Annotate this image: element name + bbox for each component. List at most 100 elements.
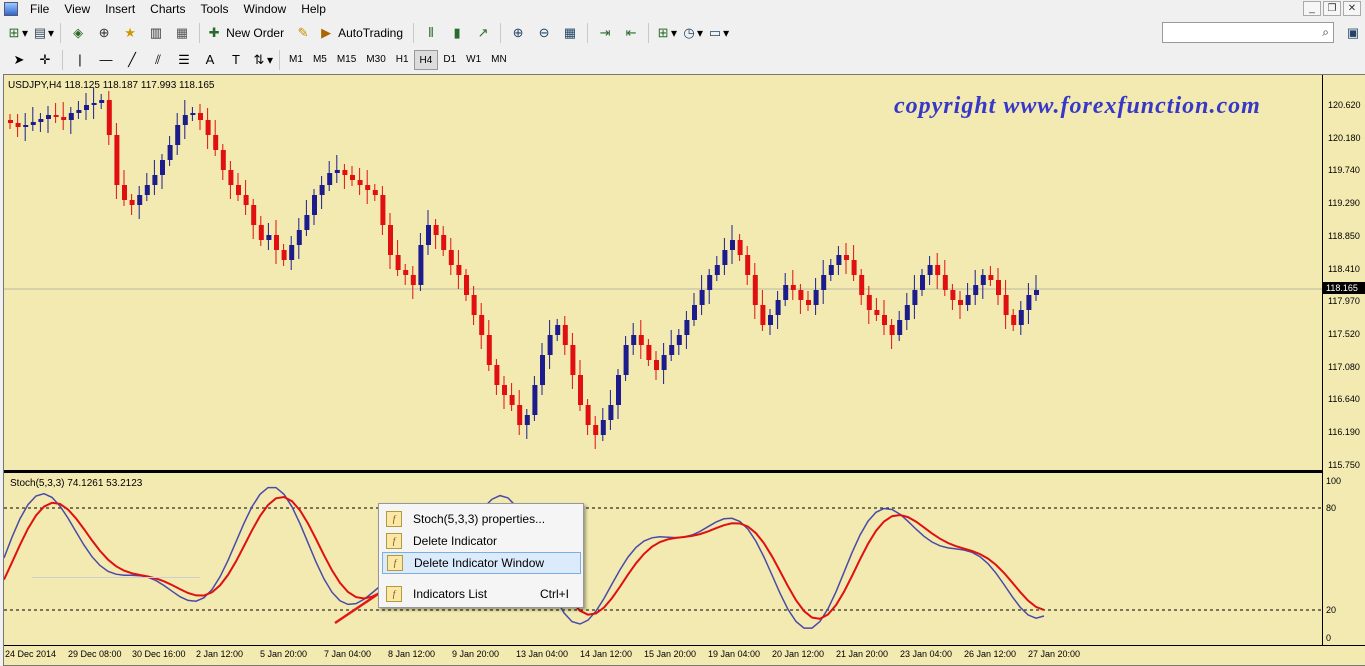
candle-body: [1026, 295, 1032, 310]
candle-body: [692, 305, 697, 320]
bar-chart-button[interactable]: ⫴: [420, 22, 442, 44]
candle-body: [593, 425, 599, 435]
tile-windows-button[interactable]: ▦: [559, 22, 581, 44]
candle-body: [494, 365, 500, 385]
zoom-in-button[interactable]: ⊕: [507, 22, 529, 44]
price-tick: 120.620: [1328, 100, 1361, 110]
stochastic-pane[interactable]: [4, 473, 1322, 644]
candle-body: [935, 265, 941, 275]
autoscroll-button[interactable]: ⇤: [620, 22, 642, 44]
menu-item-indicators-list[interactable]: f Indicators List Ctrl+I: [382, 583, 581, 605]
context-menu-separator: [32, 577, 200, 578]
candle-body: [958, 300, 963, 305]
menu-view[interactable]: View: [58, 0, 99, 18]
new-order-button[interactable]: ✚ New Order: [206, 22, 288, 44]
crosshair-button[interactable]: ✛: [34, 49, 56, 71]
trendline-button[interactable]: ╱: [121, 49, 143, 71]
time-tick: 7 Jan 04:00: [324, 649, 372, 659]
timeframe-h1[interactable]: H1: [391, 50, 414, 70]
strategy-tester-button[interactable]: ▦: [171, 22, 193, 44]
terminal-button[interactable]: ▥: [145, 22, 167, 44]
time-tick: 23 Jan 04:00: [900, 649, 953, 659]
text-button[interactable]: A: [199, 49, 221, 71]
arrows-icon: ⇅: [253, 52, 265, 67]
data-window-button[interactable]: ⊕: [93, 22, 115, 44]
restore-button[interactable]: ❐: [1323, 1, 1341, 16]
autotrading-button[interactable]: ▶ AutoTrading: [318, 22, 407, 44]
candle-body: [828, 265, 834, 275]
template-icon: ▭: [708, 25, 722, 40]
zoom-out-button[interactable]: ⊖: [533, 22, 555, 44]
timeframe-m1[interactable]: M1: [284, 50, 308, 70]
new-chart-button[interactable]: ⊞ ▾: [6, 22, 28, 44]
candle-body: [152, 175, 158, 185]
candle-body: [251, 205, 257, 225]
crosshair-icon: ⊕: [98, 25, 110, 40]
line-chart-button[interactable]: ↗: [472, 22, 494, 44]
candle-body: [395, 255, 401, 270]
properties-icon: f: [386, 511, 402, 527]
vertical-line-button[interactable]: |: [69, 49, 91, 71]
candle-body: [973, 285, 979, 295]
periods-button[interactable]: ◷ ▾: [681, 22, 703, 44]
arrows-button[interactable]: ⇅ ▾: [251, 49, 273, 71]
menu-item-delete-indicator-window[interactable]: f Delete Indicator Window: [382, 552, 581, 574]
channel-icon: ⫽: [155, 52, 161, 67]
timeframe-h4[interactable]: H4: [413, 50, 439, 70]
timeframe-w1[interactable]: W1: [461, 50, 486, 70]
stoch-tick-0: 0: [1326, 633, 1332, 643]
crosshair-icon: ✛: [39, 52, 51, 67]
menu-item-properties[interactable]: f Stoch(5,3,3) properties...: [382, 508, 581, 530]
candle-body: [205, 120, 211, 135]
timeframe-d1[interactable]: D1: [438, 50, 461, 70]
fibo-button[interactable]: ☰: [173, 49, 195, 71]
candle-body: [874, 310, 880, 315]
price-chart-pane[interactable]: [4, 75, 1322, 470]
chart-shift-button[interactable]: ⇥: [594, 22, 616, 44]
new-order-icon: ✚: [208, 25, 220, 40]
timeframe-mn[interactable]: MN: [486, 50, 512, 70]
candlestick-button[interactable]: ▮: [446, 22, 468, 44]
minimize-button[interactable]: _: [1303, 1, 1321, 16]
close-button[interactable]: ✕: [1343, 1, 1361, 16]
metaeditor-button[interactable]: ✎: [292, 22, 314, 44]
horizontal-line-button[interactable]: —: [95, 49, 117, 71]
menu-item-delete-indicator[interactable]: f Delete Indicator: [382, 530, 581, 552]
menu-file[interactable]: File: [24, 0, 58, 18]
candle-body: [783, 285, 789, 300]
menu-item-label: Delete Indicator Window: [414, 556, 545, 570]
search-input[interactable]: ⌕: [1162, 22, 1334, 43]
chart-header: USDJPY,H4 118.125 118.187 117.993 118.16…: [8, 80, 215, 91]
cursor-icon: ➤: [13, 52, 25, 67]
candle-body: [585, 405, 591, 425]
candle-body: [532, 385, 538, 415]
candle-body: [114, 135, 120, 185]
candle-body: [144, 185, 150, 195]
search-icon[interactable]: ⌕: [1322, 25, 1329, 40]
cursor-button[interactable]: ➤: [8, 49, 30, 71]
templates-button[interactable]: ▭ ▾: [707, 22, 729, 44]
navigator-button[interactable]: ★: [119, 22, 141, 44]
time-tick: 14 Jan 12:00: [580, 649, 633, 659]
time-tick: 20 Jan 12:00: [772, 649, 825, 659]
market-watch-button[interactable]: ◈: [67, 22, 89, 44]
profiles-button[interactable]: ▤ ▾: [32, 22, 54, 44]
menu-tools[interactable]: Tools: [195, 0, 238, 18]
candle-body: [912, 290, 918, 305]
community-button[interactable]: ▣: [1342, 22, 1364, 44]
candle-body: [600, 420, 606, 435]
candle-body: [99, 100, 105, 103]
price-axis[interactable]: [1322, 75, 1365, 645]
timeframe-m5[interactable]: M5: [308, 50, 332, 70]
chart-shift-icon: ⇥: [599, 25, 611, 40]
indicators-button[interactable]: ⊞ ▾: [655, 22, 677, 44]
timeframe-m30[interactable]: M30: [361, 50, 390, 70]
channel-button[interactable]: ⫽: [147, 49, 169, 71]
text-label-button[interactable]: T: [225, 49, 247, 71]
menu-window[interactable]: Window: [238, 0, 296, 18]
menu-charts[interactable]: Charts: [144, 0, 194, 18]
menu-help[interactable]: Help: [295, 0, 335, 18]
timeframe-m15[interactable]: M15: [332, 50, 361, 70]
menu-insert[interactable]: Insert: [99, 0, 144, 18]
candle-body: [8, 120, 13, 123]
